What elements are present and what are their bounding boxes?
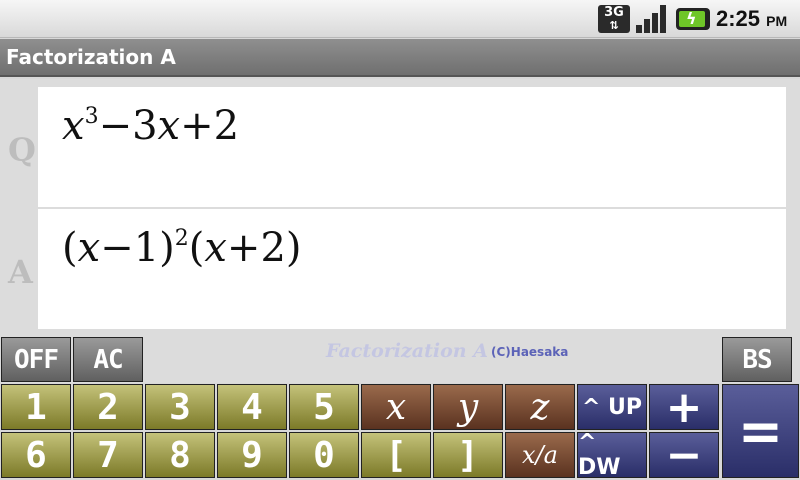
digit-2-label: 2 (97, 386, 119, 428)
answer-label: A (8, 253, 33, 291)
digit-1-button[interactable]: 1 (1, 384, 71, 430)
answer-var-x: x (77, 225, 101, 271)
cursor-up-button[interactable]: ^ UP (577, 384, 647, 430)
bs-label: BS (742, 344, 772, 375)
clock-time: 2:25 (716, 6, 761, 31)
answer-exponent: 2 (174, 226, 189, 251)
x-over-a-label: x/a (522, 441, 558, 469)
digit-6-label: 6 (25, 434, 47, 476)
app-title: Factorization A (6, 45, 176, 69)
data-arrows-icon: ⇅ (609, 19, 619, 32)
question-term: −3 (98, 103, 158, 149)
question-box: x3−3x+2 (38, 87, 786, 207)
answer-paren-open: ( (62, 225, 78, 271)
off-button[interactable]: OFF (1, 337, 71, 382)
plus-label: + (665, 381, 703, 433)
copyright-text: (C)Haesaka (491, 345, 569, 359)
digit-8-button[interactable]: 8 (145, 432, 215, 478)
answer-var-x2: x (204, 225, 227, 271)
network-3g-icon: 3G ⇅ (598, 5, 630, 33)
digit-3-button[interactable]: 3 (145, 384, 215, 430)
digit-1-label: 1 (25, 386, 47, 428)
digit-0-label: 0 (313, 434, 335, 476)
answer-factor1: −1) (100, 225, 175, 271)
question-constant: +2 (180, 103, 240, 149)
answer-factor2: +2) (226, 225, 302, 271)
var-y-label: y (457, 386, 479, 428)
answer-expression: (x−1)2(x+2) (62, 225, 302, 271)
minus-label: − (665, 429, 703, 480)
var-z-button[interactable]: z (505, 384, 575, 430)
clock-ampm: PM (766, 13, 788, 29)
digit-0-button[interactable]: 0 (289, 432, 359, 478)
network-type-label: 3G (604, 5, 624, 20)
digit-5-button[interactable]: 5 (289, 384, 359, 430)
cursor-down-label: ^ DW (578, 430, 621, 480)
signal-strength-icon (636, 5, 668, 33)
cursor-down-button[interactable]: ^ DW (577, 430, 647, 480)
digit-2-button[interactable]: 2 (73, 384, 143, 430)
var-y-button[interactable]: y (433, 384, 503, 430)
plus-button[interactable]: + (649, 381, 719, 433)
backspace-button[interactable]: BS (722, 337, 792, 382)
digit-4-label: 4 (241, 386, 263, 428)
cursor-up-label: ^ UP (581, 394, 643, 420)
digit-9-label: 9 (241, 434, 263, 476)
digit-6-button[interactable]: 6 (1, 432, 71, 478)
close-bracket-button[interactable]: ] (433, 432, 503, 478)
question-var-x: x (62, 103, 85, 149)
status-bar: 3G ⇅ ϟ 2:25 PM (0, 0, 800, 38)
close-bracket-label: ] (457, 434, 479, 476)
digit-3-label: 3 (169, 386, 191, 428)
question-exponent: 3 (84, 104, 99, 129)
digit-4-button[interactable]: 4 (217, 384, 287, 430)
clock: 2:25 PM (716, 6, 787, 32)
digit-9-button[interactable]: 9 (217, 432, 287, 478)
question-expression: x3−3x+2 (62, 103, 239, 149)
digit-5-label: 5 (313, 386, 335, 428)
expression-display: Q x3−3x+2 A (x−1)2(x+2) (0, 79, 800, 337)
question-var-x2: x (157, 103, 181, 149)
var-z-label: z (530, 386, 550, 428)
equals-label: = (737, 399, 784, 463)
off-label: OFF (14, 344, 59, 375)
open-bracket-label: [ (385, 434, 407, 476)
app-watermark: Factorization A (326, 340, 488, 362)
equals-button[interactable]: = (722, 384, 799, 478)
var-x-label: x (385, 386, 407, 428)
digit-7-button[interactable]: 7 (73, 432, 143, 478)
x-over-a-button[interactable]: x/a (505, 432, 575, 478)
var-x-button[interactable]: x (361, 384, 431, 430)
answer-box: (x−1)2(x+2) (38, 209, 786, 329)
digit-7-label: 7 (97, 434, 119, 476)
minus-button[interactable]: − (649, 429, 719, 480)
all-clear-button[interactable]: AC (73, 337, 143, 382)
app-title-bar: Factorization A (0, 39, 800, 77)
ac-label: AC (93, 344, 123, 375)
answer-paren-open2: ( (188, 225, 205, 271)
digit-8-label: 8 (169, 434, 191, 476)
battery-charging-icon: ϟ (676, 8, 710, 30)
question-label: Q (8, 131, 36, 169)
open-bracket-button[interactable]: [ (361, 432, 431, 478)
